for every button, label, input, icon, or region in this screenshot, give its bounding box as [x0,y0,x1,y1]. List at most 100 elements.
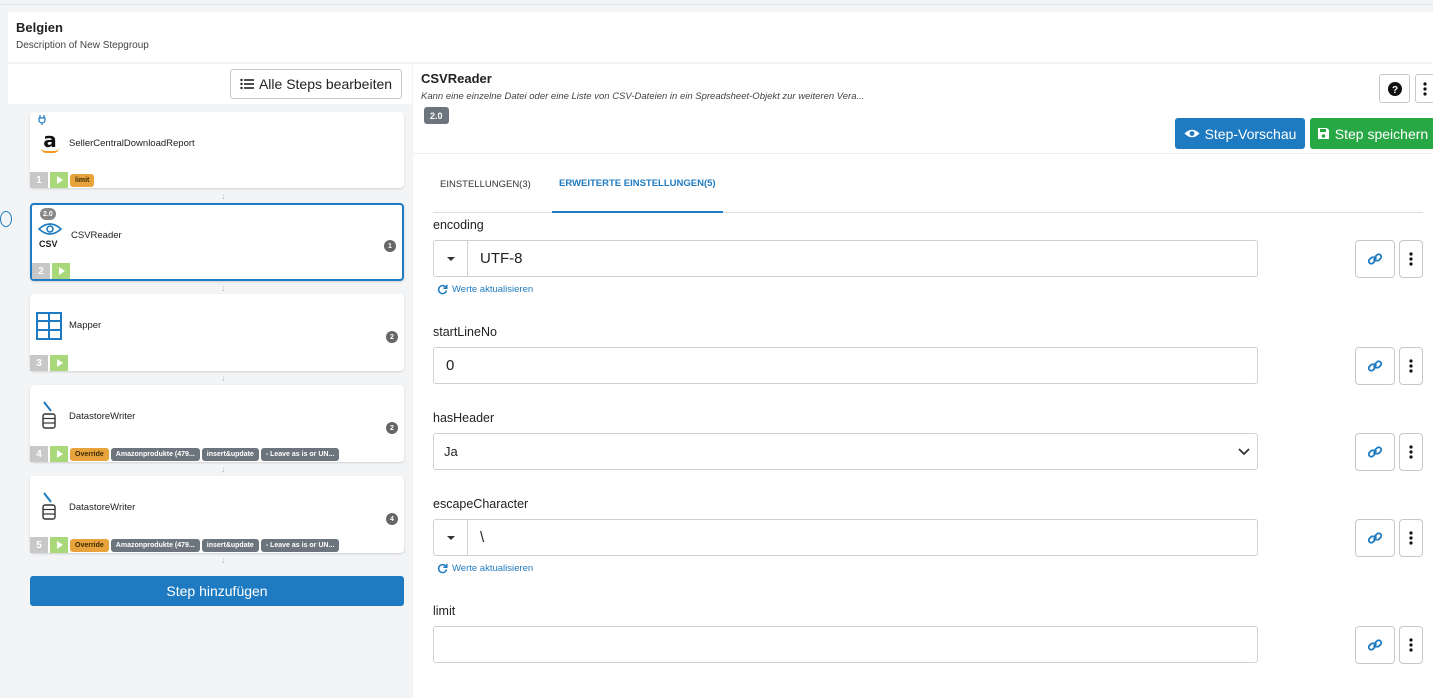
question-circle-icon: ? [1387,81,1402,96]
refresh-values-link[interactable]: Werte aktualisieren [437,563,533,574]
hasheader-select[interactable]: Ja [433,433,1258,470]
step-count-badge: 2 [386,422,398,434]
step-save-label: Step speichern [1334,125,1429,142]
step-number: 3 [30,355,48,371]
step-save-button[interactable]: Step speichern [1310,118,1433,149]
play-icon[interactable] [50,446,68,462]
chevron-down-icon [1231,447,1257,456]
table-icon [36,312,62,340]
link-button[interactable] [1355,347,1395,385]
step-footer: 3 [30,355,68,371]
step-title: CSVReader [421,71,492,86]
field-options-button[interactable] [1399,519,1423,557]
eye-icon [1184,129,1200,138]
step-number: 5 [30,537,48,553]
refresh-values-link[interactable]: Werte aktualisieren [437,284,533,295]
link-button[interactable] [1355,626,1395,664]
add-step-button[interactable]: Step hinzufügen [30,576,404,606]
amazon-icon: a [38,130,62,156]
arrow-down-icon: ↓ [221,191,226,201]
play-icon[interactable] [52,263,70,279]
step-card-3[interactable]: Mapper 2 3 [30,294,404,371]
vertical-dots-icon [1409,445,1413,459]
link-icon [1367,253,1383,265]
link-button[interactable] [1355,433,1395,471]
step-card-2[interactable]: 2.0 CSV CSVReader 1 2 [30,203,404,281]
edit-all-steps-button[interactable]: Alle Steps bearbeiten [230,69,402,99]
link-button[interactable] [1355,519,1395,557]
step-preview-button[interactable]: Step-Vorschau [1175,118,1305,149]
step-footer: 1 limit [30,172,95,188]
vertical-dots-icon [1409,359,1413,373]
field-options-button[interactable] [1399,240,1423,278]
step-tag: - Leave as is or UN... [260,447,340,461]
hasheader-value: Ja [444,444,458,459]
play-icon[interactable] [50,537,68,553]
list-icon [240,78,254,90]
step-card-5[interactable]: DatastoreWriter 4 5 Override Amazonprodu… [30,476,404,553]
step-count-badge: 2 [386,331,398,343]
edge-indicator [0,211,12,227]
step-number: 2 [32,263,50,279]
step-number: 1 [30,172,48,188]
caret-down-icon[interactable] [434,520,468,555]
group-description: Description of New Stepgroup [16,40,149,51]
svg-text:?: ? [1391,85,1397,96]
escapecharacter-value: \ [480,529,485,546]
top-strip [0,0,1433,5]
tab-settings[interactable]: EINSTELLUNGEN(3) [433,156,538,213]
step-tag: Override [70,538,109,552]
field-options-button[interactable] [1399,626,1423,664]
play-icon[interactable] [50,355,68,371]
limit-field[interactable] [433,626,1258,663]
arrow-down-icon: ↓ [221,283,226,293]
escapecharacter-field[interactable]: \ [433,519,1258,556]
field-options-button[interactable] [1399,433,1423,471]
vertical-dots-icon [1423,81,1427,96]
field-options-button[interactable] [1399,347,1423,385]
step-name: DatastoreWriter [69,502,136,513]
step-tag: - Leave as is or UN... [260,538,340,552]
step-tag: insert&update [201,538,259,552]
arrow-down-icon: ↓ [221,464,226,474]
caret-down-icon[interactable] [434,241,468,276]
step-preview-label: Step-Vorschau [1204,125,1297,142]
step-name: SellerCentralDownloadReport [69,138,195,149]
tab-advanced-settings[interactable]: ERWEITERTE EINSTELLUNGEN(5) [552,156,723,213]
save-icon [1317,128,1329,139]
refresh-values-label: Werte aktualisieren [452,563,534,574]
vertical-dots-icon [1409,531,1413,545]
step-card-1[interactable]: a SellerCentralDownloadReport 1 limit [30,112,404,188]
startlineno-value: 0 [446,357,455,374]
database-pen-icon [42,401,56,429]
help-button[interactable]: ? [1379,74,1410,103]
step-footer: 2 [32,263,70,279]
arrow-down-icon: ↓ [221,555,226,565]
step-card-4[interactable]: DatastoreWriter 2 4 Override Amazonprodu… [30,385,404,462]
encoding-value: UTF-8 [480,250,523,267]
step-description: Kann eine einzelne Datei oder eine Liste… [421,91,865,102]
step-tag: Amazonprodukte (479... [110,538,200,552]
play-icon[interactable] [50,172,68,188]
step-list-panel: Alle Steps bearbeiten a SellerCentralDow… [0,64,412,698]
vertical-dots-icon [1409,638,1413,652]
step-count-badge: 1 [384,240,396,252]
field-label-escapecharacter: escapeCharacter [433,497,529,511]
startlineno-field[interactable]: 0 [433,347,1258,384]
step-tag: Override [70,447,109,461]
eye-icon [38,223,62,235]
step-name: CSVReader [71,230,122,241]
field-label-limit: limit [433,604,456,618]
step-tag: limit [70,173,95,187]
encoding-field[interactable]: UTF-8 [433,240,1258,277]
link-icon [1367,639,1383,651]
step-list-toolbar: Alle Steps bearbeiten [8,64,412,104]
csv-label: CSV [39,239,58,249]
settings-tabs: EINSTELLUNGEN(3) ERWEITERTE EINSTELLUNGE… [433,156,1423,213]
version-badge: 2.0 [424,107,449,124]
step-detail-header: CSVReader Kann eine einzelne Datei oder … [413,64,1433,154]
link-button[interactable] [1355,240,1395,278]
version-badge: 2.0 [40,208,56,220]
more-options-button[interactable] [1415,74,1433,103]
step-name: DatastoreWriter [69,411,136,422]
